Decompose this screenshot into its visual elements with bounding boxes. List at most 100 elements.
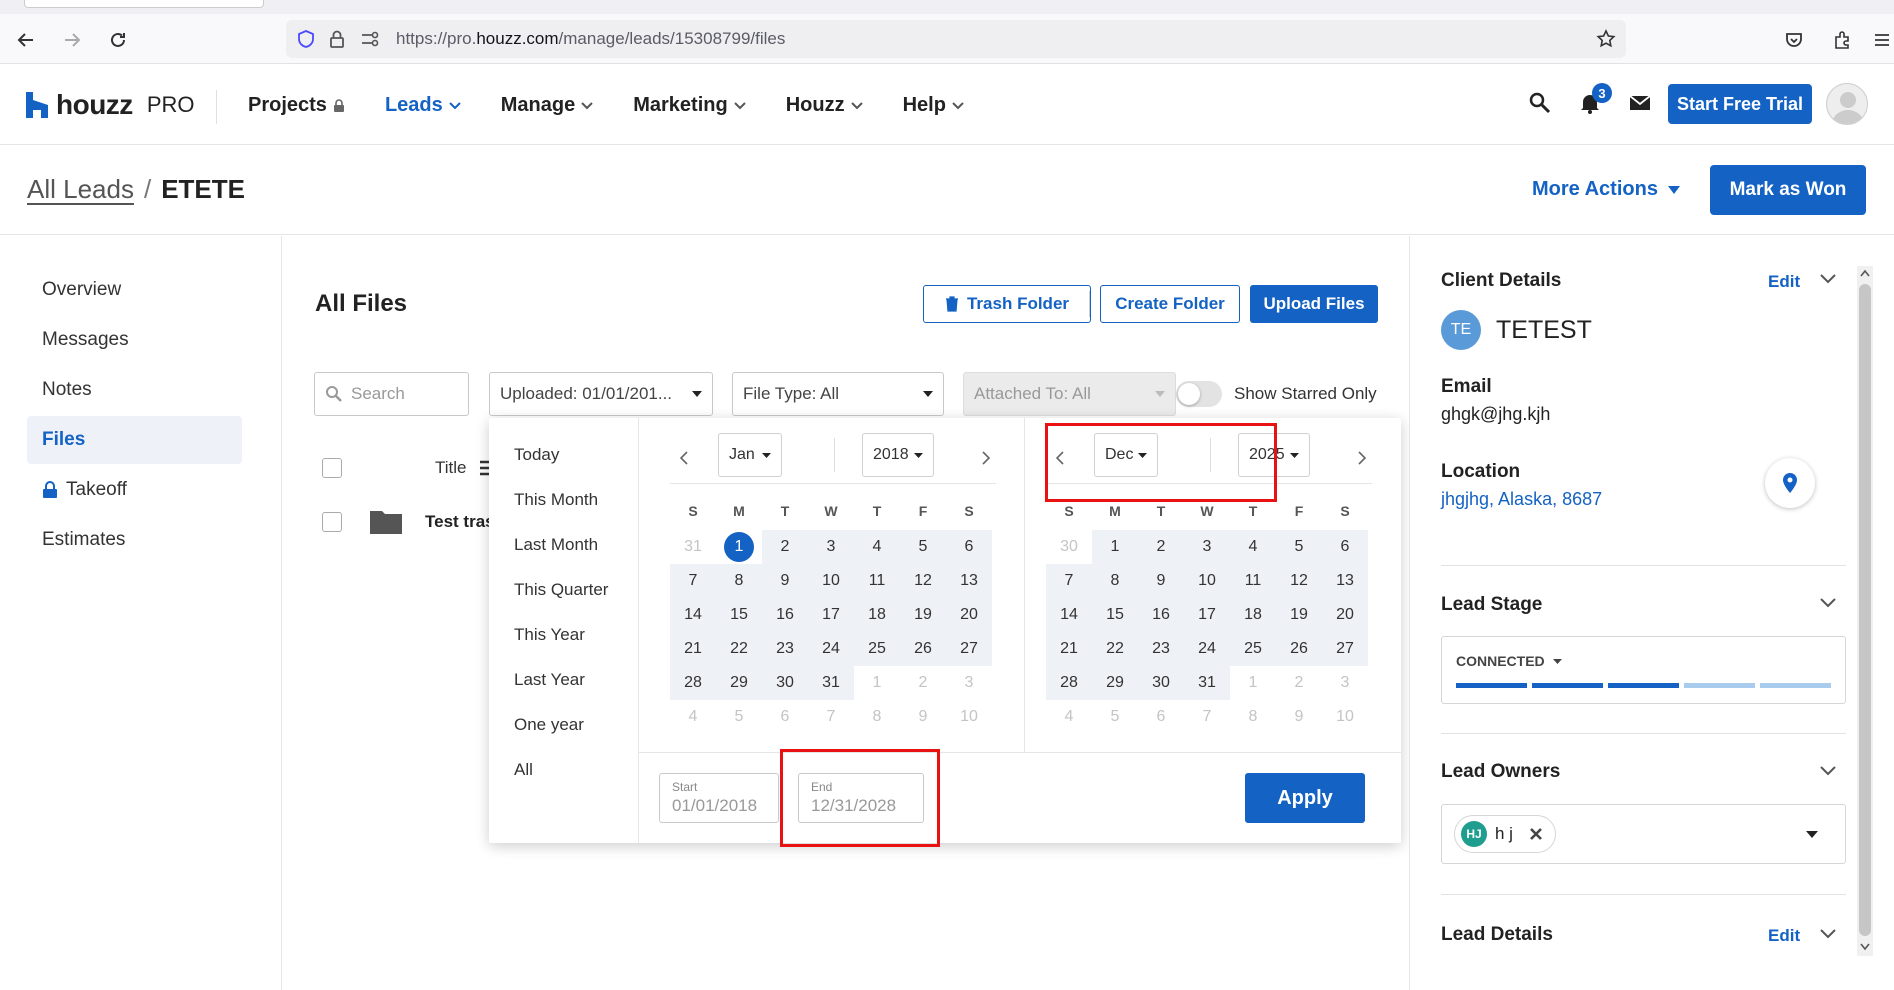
calendar-day[interactable]: 10 [1184, 564, 1230, 598]
calendar-day[interactable]: 10 [808, 564, 854, 598]
calendar-day[interactable]: 7 [1046, 564, 1092, 598]
calendar-day[interactable]: 26 [1276, 632, 1322, 666]
calendar-day[interactable]: 8 [716, 564, 762, 598]
calendar-day[interactable]: 8 [1092, 564, 1138, 598]
breadcrumb-all-leads[interactable]: All Leads [27, 174, 134, 205]
calendar-day[interactable]: 25 [854, 632, 900, 666]
lead-owners-select[interactable]: HJ h j [1441, 804, 1846, 864]
calendar-day[interactable]: 2 [1138, 530, 1184, 564]
nav-manage[interactable]: Manage [501, 94, 593, 117]
calendar-day[interactable]: 28 [1046, 666, 1092, 700]
back-icon[interactable] [14, 28, 38, 52]
preset-one-year[interactable]: One year [514, 715, 584, 735]
calendar-day[interactable]: 11 [854, 564, 900, 598]
file-type-filter[interactable]: File Type: All [732, 372, 944, 416]
sidebar-item-estimates[interactable]: Estimates [27, 516, 242, 564]
calendar-day[interactable]: 30 [1138, 666, 1184, 700]
calendar-day[interactable]: 18 [1230, 598, 1276, 632]
calendar-day[interactable]: 23 [1138, 632, 1184, 666]
start-year-select[interactable]: 2018 [862, 433, 934, 477]
client-location-link[interactable]: jhgjhg, Alaska, 8687 [1441, 489, 1602, 510]
caret-down-icon[interactable] [1806, 831, 1818, 838]
calendar-day[interactable]: 12 [1276, 564, 1322, 598]
remove-owner-icon[interactable] [1529, 827, 1543, 841]
scroll-down-icon[interactable] [1860, 943, 1870, 951]
pocket-icon[interactable] [1782, 28, 1806, 52]
nav-marketing[interactable]: Marketing [633, 94, 746, 117]
calendar-day[interactable]: 24 [808, 632, 854, 666]
preset-this-quarter[interactable]: This Quarter [514, 580, 608, 600]
calendar-day[interactable]: 2 [762, 530, 808, 564]
chevron-down-icon[interactable] [1820, 274, 1838, 292]
calendar-day[interactable]: 17 [1184, 598, 1230, 632]
calendar-day[interactable]: 20 [946, 598, 992, 632]
nav-help[interactable]: Help [903, 94, 964, 117]
sidebar-item-takeoff[interactable]: Takeoff [27, 466, 242, 514]
client-edit-link[interactable]: Edit [1768, 272, 1800, 292]
calendar-day[interactable]: 1 [716, 530, 762, 564]
calendar-day[interactable]: 25 [1230, 632, 1276, 666]
calendar-day[interactable]: 11 [1230, 564, 1276, 598]
start-month-select[interactable]: Jan [718, 433, 782, 477]
calendar-day[interactable]: 21 [1046, 632, 1092, 666]
calendar-day[interactable]: 7 [670, 564, 716, 598]
forward-icon[interactable] [60, 28, 84, 52]
calendar-day[interactable]: 22 [1092, 632, 1138, 666]
calendar-day[interactable]: 29 [1092, 666, 1138, 700]
sidebar-item-files[interactable]: Files [27, 416, 242, 464]
browser-tab[interactable] [24, 0, 264, 8]
chevron-down-icon[interactable] [1820, 929, 1838, 947]
prev-month-icon[interactable] [674, 448, 694, 468]
calendar-day[interactable]: 18 [854, 598, 900, 632]
calendar-day[interactable]: 20 [1322, 598, 1368, 632]
uploaded-date-filter[interactable]: Uploaded: 01/01/201... [489, 372, 713, 416]
calendar-day[interactable]: 30 [762, 666, 808, 700]
calendar-day[interactable]: 27 [1322, 632, 1368, 666]
calendar-day[interactable]: 22 [716, 632, 762, 666]
sidebar-item-overview[interactable]: Overview [27, 266, 242, 314]
user-avatar[interactable] [1826, 83, 1868, 125]
star-bookmark-icon[interactable] [1596, 29, 1616, 49]
notifications-bell[interactable]: 3 [1578, 83, 1612, 115]
calendar-day[interactable]: 6 [946, 530, 992, 564]
reload-icon[interactable] [106, 28, 130, 52]
end-month-select[interactable]: Dec [1094, 433, 1158, 477]
mail-icon[interactable] [1628, 93, 1652, 113]
calendar-day[interactable]: 15 [1092, 598, 1138, 632]
houzz-pro-logo[interactable]: houzz PRO [26, 89, 195, 121]
select-all-checkbox[interactable] [322, 458, 342, 478]
search-input[interactable]: Search [314, 372, 469, 416]
calendar-day[interactable]: 31 [808, 666, 854, 700]
next-month-icon[interactable] [1352, 448, 1372, 468]
trash-folder-button[interactable]: Trash Folder [923, 285, 1091, 323]
show-starred-toggle[interactable] [1176, 381, 1222, 407]
map-pin-button[interactable] [1765, 458, 1815, 508]
nav-houzz[interactable]: Houzz [786, 94, 863, 117]
nav-projects[interactable]: Projects [248, 94, 345, 117]
calendar-day[interactable]: 14 [670, 598, 716, 632]
calendar-day[interactable]: 19 [1276, 598, 1322, 632]
calendar-day[interactable]: 13 [946, 564, 992, 598]
calendar-day[interactable]: 5 [1276, 530, 1322, 564]
calendar-day[interactable]: 24 [1184, 632, 1230, 666]
prev-month-icon[interactable] [1050, 448, 1070, 468]
calendar-day[interactable]: 9 [762, 564, 808, 598]
calendar-day[interactable]: 29 [716, 666, 762, 700]
calendar-day[interactable]: 1 [1092, 530, 1138, 564]
calendar-day[interactable]: 21 [670, 632, 716, 666]
preset-this-year[interactable]: This Year [514, 625, 585, 645]
panel-scrollbar[interactable] [1857, 266, 1873, 956]
sidebar-item-notes[interactable]: Notes [27, 366, 242, 414]
preset-today[interactable]: Today [514, 445, 559, 465]
calendar-day[interactable]: 14 [1046, 598, 1092, 632]
upload-files-button[interactable]: Upload Files [1250, 285, 1378, 323]
mark-as-won-button[interactable]: Mark as Won [1710, 165, 1866, 215]
calendar-day[interactable]: 4 [1230, 530, 1276, 564]
calendar-day[interactable]: 6 [1322, 530, 1368, 564]
row-checkbox[interactable] [322, 512, 342, 532]
calendar-day[interactable]: 12 [900, 564, 946, 598]
calendar-day[interactable]: 3 [808, 530, 854, 564]
preset-this-month[interactable]: This Month [514, 490, 598, 510]
preset-last-month[interactable]: Last Month [514, 535, 598, 555]
scroll-up-icon[interactable] [1860, 269, 1870, 277]
